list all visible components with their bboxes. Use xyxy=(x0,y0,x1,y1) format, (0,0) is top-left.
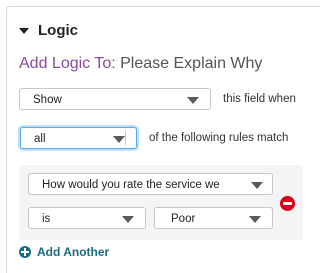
chevron-down-icon xyxy=(122,216,134,223)
logic-heading-target: Please Explain Why xyxy=(120,55,263,72)
chevron-down-icon xyxy=(113,136,125,143)
match-select-value: all xyxy=(34,133,46,145)
match-suffix-label: of the following rules match xyxy=(149,132,289,144)
rule-value-select[interactable]: Poor xyxy=(154,207,273,229)
add-another-label: Add Another xyxy=(37,245,110,259)
rule-value-value: Poor xyxy=(171,213,196,225)
action-select-value: Show xyxy=(33,94,62,106)
section-title: Logic xyxy=(38,22,78,39)
match-select[interactable]: all xyxy=(20,127,137,149)
remove-circle-icon[interactable] xyxy=(280,196,295,211)
logic-heading-prefix: Add Logic To: xyxy=(19,55,116,72)
rule-field-value: How would you rate the service we xyxy=(42,179,220,191)
select-divider xyxy=(125,131,126,145)
rule-operator-value: is xyxy=(42,213,51,225)
action-select[interactable]: Show xyxy=(19,88,211,110)
rule-operator-select[interactable]: is xyxy=(28,207,146,229)
rule-field-select[interactable]: How would you rate the service we xyxy=(28,173,273,195)
action-suffix-label: this field when xyxy=(223,93,296,105)
logic-heading: Add Logic To: Please Explain Why xyxy=(19,55,262,73)
chevron-down-icon xyxy=(249,216,261,223)
collapse-triangle-icon[interactable] xyxy=(19,28,29,34)
chevron-down-icon xyxy=(251,182,263,189)
chevron-down-icon xyxy=(187,97,199,104)
plus-circle-icon xyxy=(19,246,31,258)
